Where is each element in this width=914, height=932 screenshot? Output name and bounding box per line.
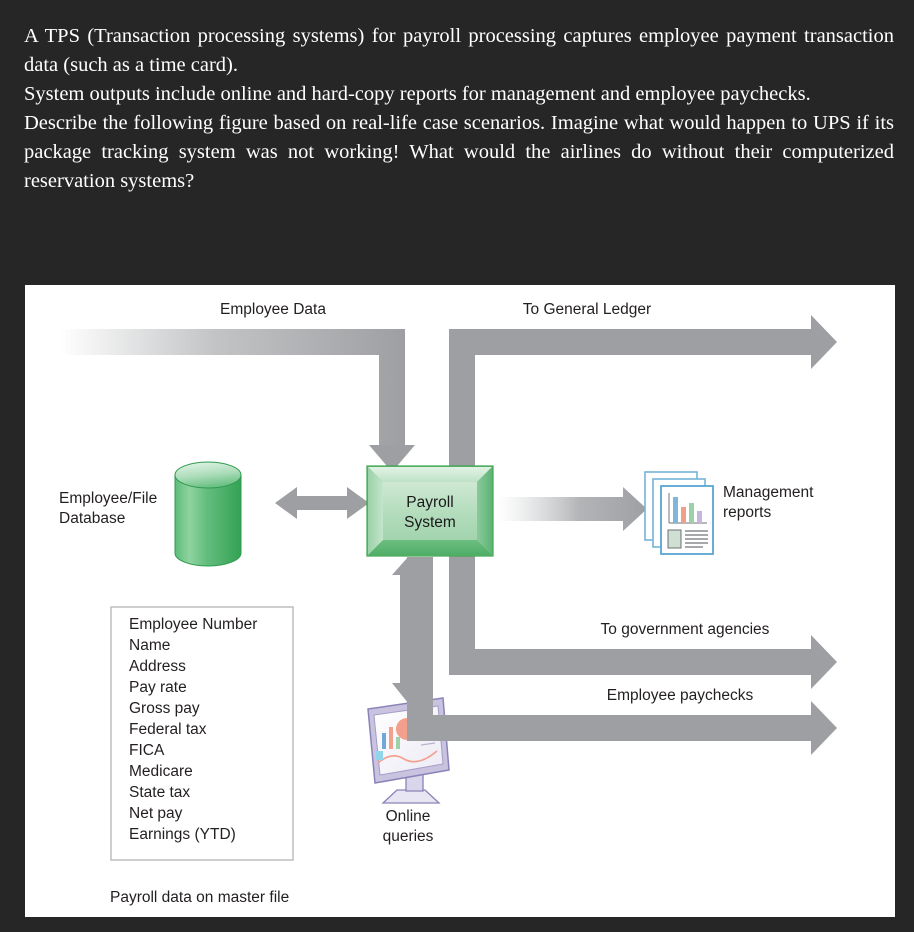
master-file-field-9: Net pay xyxy=(129,805,183,822)
flow-to-general-ledger: To General Ledger xyxy=(449,301,837,581)
payroll-system-label-line2: System xyxy=(404,514,456,531)
database-label-line2: Database xyxy=(59,510,125,527)
master-file-field-8: State tax xyxy=(129,784,190,801)
online-queries-label-line1: Online xyxy=(386,808,431,825)
flow-label-to-government-agencies: To government agencies xyxy=(601,621,770,638)
master-file-field-4: Gross pay xyxy=(129,700,200,717)
tps-payroll-diagram: Employee Data To General Ledger Employee… xyxy=(25,285,895,917)
master-file-field-0: Employee Number xyxy=(129,616,257,633)
management-reports-icon xyxy=(644,471,714,555)
prose-block: A TPS (Transaction processing systems) f… xyxy=(24,22,894,196)
database-label-line1: Employee/File xyxy=(59,490,157,507)
master-file-field-6: FICA xyxy=(129,742,165,759)
master-file-field-10: Earnings (YTD) xyxy=(129,826,236,843)
flow-employee-data: Employee Data xyxy=(60,301,415,472)
master-file-field-7: Medicare xyxy=(129,763,193,780)
payroll-system-box: Payroll System xyxy=(366,465,494,557)
management-reports-label-line1: Management xyxy=(723,484,814,501)
master-file-field-1: Name xyxy=(129,637,170,654)
employee-file-database-icon xyxy=(174,461,242,567)
master-file-field-2: Address xyxy=(129,658,186,675)
flow-label-employee-data: Employee Data xyxy=(220,301,326,318)
flow-system-to-reports xyxy=(497,487,647,531)
payroll-master-file-list: Employee Number Name Address Pay rate Gr… xyxy=(110,606,294,861)
management-reports-label-line2: reports xyxy=(723,504,771,521)
master-file-field-5: Federal tax xyxy=(129,721,207,738)
prose-paragraph-2: System outputs include online and hard-c… xyxy=(24,83,811,105)
flow-to-government-agencies: To government agencies xyxy=(449,557,837,689)
prose-paragraph-1: A TPS (Transaction processing systems) f… xyxy=(24,25,894,76)
flow-label-employee-paychecks: Employee paychecks xyxy=(607,687,754,704)
flow-database-system xyxy=(275,487,369,519)
payroll-system-label-line1: Payroll xyxy=(406,494,453,511)
online-queries-label-line2: queries xyxy=(383,828,434,845)
master-file-caption: Payroll data on master file xyxy=(110,889,289,906)
master-file-field-3: Pay rate xyxy=(129,679,187,696)
flow-label-to-general-ledger: To General Ledger xyxy=(523,301,651,318)
prose-paragraph-3: Describe the following figure based on r… xyxy=(24,112,894,192)
